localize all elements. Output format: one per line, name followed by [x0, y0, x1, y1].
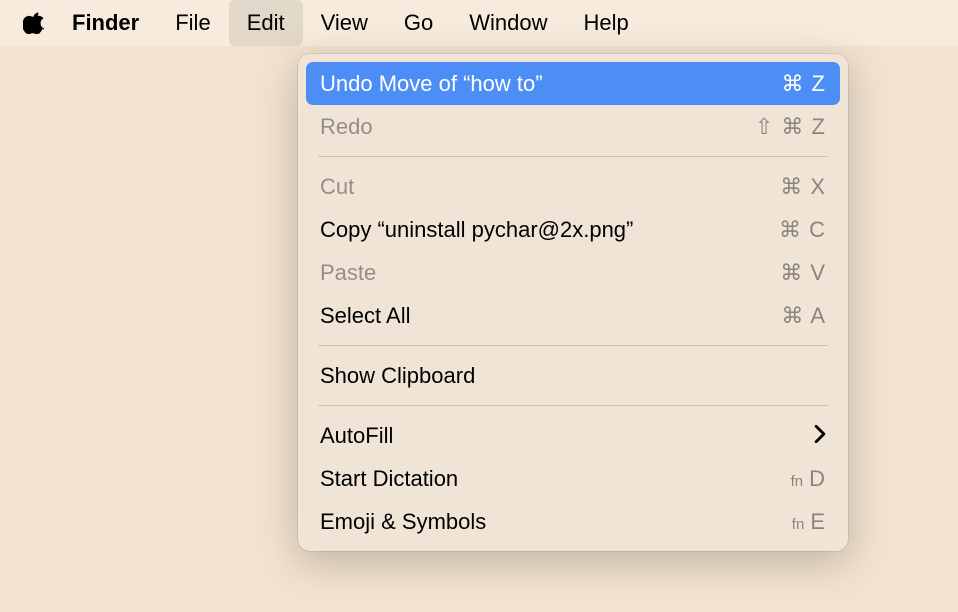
menu-separator	[318, 345, 828, 346]
menu-item-label: Paste	[320, 260, 376, 286]
menubar-item-window[interactable]: Window	[451, 0, 565, 46]
menubar-item-edit[interactable]: Edit	[229, 0, 303, 46]
menu-item-shortcut: ⌘ X	[780, 174, 826, 200]
menu-item-emoji-symbols[interactable]: Emoji & Symbols fnE	[306, 500, 840, 543]
menu-item-label: Show Clipboard	[320, 363, 475, 389]
menu-item-autofill[interactable]: AutoFill	[306, 414, 840, 457]
menu-item-start-dictation[interactable]: Start Dictation fnD	[306, 457, 840, 500]
edit-dropdown-menu: Undo Move of “how to” ⌘ Z Redo ⇧ ⌘ Z Cut…	[298, 54, 848, 551]
menu-item-undo[interactable]: Undo Move of “how to” ⌘ Z	[306, 62, 840, 105]
menubar-item-help[interactable]: Help	[566, 0, 647, 46]
menu-item-label: Select All	[320, 303, 411, 329]
menu-item-copy[interactable]: Copy “uninstall pychar@2x.png” ⌘ C	[306, 208, 840, 251]
apple-logo-icon[interactable]	[22, 11, 46, 35]
menu-item-shortcut: fnD	[791, 466, 826, 492]
menu-separator	[318, 156, 828, 157]
menubar-item-go[interactable]: Go	[386, 0, 451, 46]
fn-key-label: fn	[791, 473, 804, 490]
menu-item-cut[interactable]: Cut ⌘ X	[306, 165, 840, 208]
menu-item-show-clipboard[interactable]: Show Clipboard	[306, 354, 840, 397]
menu-item-label: AutoFill	[320, 423, 393, 449]
menubar-item-view[interactable]: View	[303, 0, 386, 46]
fn-key-label: fn	[792, 516, 805, 533]
menu-item-label: Emoji & Symbols	[320, 509, 486, 535]
menu-item-shortcut: ⌘ Z	[781, 71, 826, 97]
menubar-app-name[interactable]: Finder	[72, 0, 157, 46]
menu-item-label: Copy “uninstall pychar@2x.png”	[320, 217, 633, 243]
menu-item-shortcut: fnE	[792, 509, 826, 535]
menu-item-label: Redo	[320, 114, 373, 140]
chevron-right-icon	[814, 423, 826, 449]
menubar-item-file[interactable]: File	[157, 0, 228, 46]
menubar: Finder File Edit View Go Window Help	[0, 0, 958, 46]
menu-item-label: Undo Move of “how to”	[320, 71, 543, 97]
menu-item-shortcut: ⌘ C	[779, 217, 826, 243]
menu-item-label: Cut	[320, 174, 354, 200]
menu-item-shortcut: ⌘ V	[780, 260, 826, 286]
menu-item-paste[interactable]: Paste ⌘ V	[306, 251, 840, 294]
menu-item-redo[interactable]: Redo ⇧ ⌘ Z	[306, 105, 840, 148]
menu-item-shortcut: ⌘ A	[781, 303, 826, 329]
menu-separator	[318, 405, 828, 406]
menu-item-shortcut: ⇧ ⌘ Z	[755, 114, 826, 140]
menu-item-label: Start Dictation	[320, 466, 458, 492]
menu-item-select-all[interactable]: Select All ⌘ A	[306, 294, 840, 337]
